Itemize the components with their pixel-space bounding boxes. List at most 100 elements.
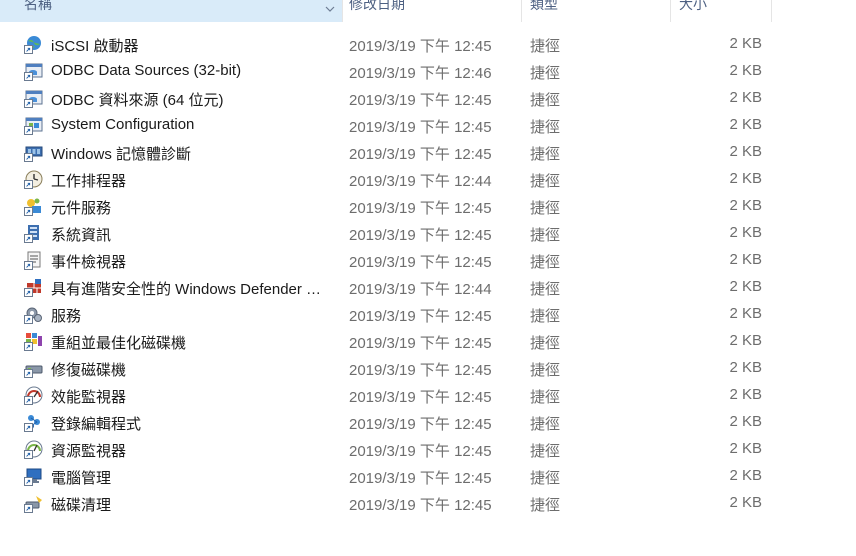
table-row[interactable]: 重組並最佳化磁碟機 2019/3/19 下午 12:45 捷徑 2 KB	[0, 327, 856, 354]
shortcut-arrow-icon	[24, 315, 33, 324]
file-name: 元件服務	[51, 200, 112, 217]
memory-chip-icon	[24, 142, 44, 162]
shortcut-arrow-icon	[24, 261, 33, 270]
file-size: 2 KB	[729, 170, 762, 187]
table-row[interactable]: ODBC 資料來源 (64 位元) 2019/3/19 下午 12:45 捷徑 2 K…	[0, 84, 856, 111]
shortcut-arrow-icon	[24, 288, 33, 297]
firewall-icon	[24, 277, 44, 297]
modified-date: 2019/3/19 下午 12:44	[349, 173, 492, 190]
file-name: 效能監視器	[51, 389, 127, 406]
table-row[interactable]: ODBC Data Sources (32-bit) 2019/3/19 下午 1…	[0, 57, 856, 84]
table-row[interactable]: 修復磁碟機 2019/3/19 下午 12:45 捷徑 2 KB	[0, 354, 856, 381]
modified-date: 2019/3/19 下午 12:45	[349, 38, 492, 55]
resource-monitor-icon	[24, 439, 44, 459]
chevron-down-icon[interactable]	[322, 2, 338, 16]
shortcut-arrow-icon	[24, 423, 33, 432]
system-info-icon	[24, 223, 44, 243]
modified-date: 2019/3/19 下午 12:45	[349, 389, 492, 406]
file-type: 捷徑	[530, 470, 561, 487]
file-type: 捷徑	[530, 65, 561, 82]
file-name: 重組並最佳化磁碟機	[51, 335, 187, 352]
file-name: 系統資訊	[51, 227, 112, 244]
table-row[interactable]: 登錄編輯程式 2019/3/19 下午 12:45 捷徑 2 KB	[0, 408, 856, 435]
file-list: iSCSI 啟動器 2019/3/19 下午 12:45 捷徑 2 KB ODBC Da…	[0, 30, 856, 516]
recovery-drive-icon	[24, 358, 44, 378]
modified-date: 2019/3/19 下午 12:45	[349, 335, 492, 352]
file-type: 捷徑	[530, 227, 561, 244]
file-size: 2 KB	[729, 116, 762, 133]
table-row[interactable]: 電腦管理 2019/3/19 下午 12:45 捷徑 2 KB	[0, 462, 856, 489]
column-header-name[interactable]: 名稱	[0, 0, 342, 22]
column-header-type-label: 類型	[530, 0, 558, 12]
modified-date: 2019/3/19 下午 12:45	[349, 416, 492, 433]
table-row[interactable]: 元件服務 2019/3/19 下午 12:45 捷徑 2 KB	[0, 192, 856, 219]
file-type: 捷徑	[530, 389, 561, 406]
table-row[interactable]: 磁碟清理 2019/3/19 下午 12:45 捷徑 2 KB	[0, 489, 856, 516]
file-size: 2 KB	[729, 251, 762, 268]
odbc-icon	[24, 88, 44, 108]
file-name: 具有進階安全性的 Windows Defender …	[51, 281, 322, 298]
file-name: 修復磁碟機	[51, 362, 127, 379]
file-type: 捷徑	[530, 173, 561, 190]
file-size: 2 KB	[729, 89, 762, 106]
shortcut-arrow-icon	[24, 153, 33, 162]
file-name: Windows 記憶體診斷	[51, 146, 192, 163]
modified-date: 2019/3/19 下午 12:45	[349, 119, 492, 136]
file-name: 磁碟清理	[51, 497, 112, 514]
file-type: 捷徑	[530, 362, 561, 379]
column-header-date[interactable]: 修改日期	[343, 0, 521, 22]
table-row[interactable]: 具有進階安全性的 Windows Defender … 2019/3/19 下午 …	[0, 273, 856, 300]
file-size: 2 KB	[729, 467, 762, 484]
modified-date: 2019/3/19 下午 12:46	[349, 65, 492, 82]
shortcut-arrow-icon	[24, 450, 33, 459]
table-row[interactable]: 效能監視器 2019/3/19 下午 12:45 捷徑 2 KB	[0, 381, 856, 408]
odbc-icon	[24, 61, 44, 81]
table-row[interactable]: 工作排程器 2019/3/19 下午 12:44 捷徑 2 KB	[0, 165, 856, 192]
table-row[interactable]: 服務 2019/3/19 下午 12:45 捷徑 2 KB	[0, 300, 856, 327]
disk-cleanup-icon	[24, 493, 44, 513]
file-size: 2 KB	[729, 35, 762, 52]
file-size: 2 KB	[729, 224, 762, 241]
column-header-type[interactable]: 類型	[522, 0, 670, 22]
table-row[interactable]: 資源監視器 2019/3/19 下午 12:45 捷徑 2 KB	[0, 435, 856, 462]
file-size: 2 KB	[729, 197, 762, 214]
modified-date: 2019/3/19 下午 12:45	[349, 254, 492, 271]
shortcut-arrow-icon	[24, 99, 33, 108]
modified-date: 2019/3/19 下午 12:45	[349, 470, 492, 487]
file-type: 捷徑	[530, 254, 561, 271]
shortcut-arrow-icon	[24, 207, 33, 216]
file-name: 電腦管理	[51, 470, 112, 487]
shortcut-arrow-icon	[24, 477, 33, 486]
table-row[interactable]: 事件檢視器 2019/3/19 下午 12:45 捷徑 2 KB	[0, 246, 856, 273]
table-row[interactable]: System Configuration 2019/3/19 下午 12:45 捷徑…	[0, 111, 856, 138]
file-type: 捷徑	[530, 92, 561, 109]
file-name: 服務	[51, 308, 82, 325]
gears-icon	[24, 304, 44, 324]
table-row[interactable]: iSCSI 啟動器 2019/3/19 下午 12:45 捷徑 2 KB	[0, 30, 856, 57]
column-divider[interactable]	[771, 0, 772, 22]
registry-editor-icon	[24, 412, 44, 432]
table-row[interactable]: 系統資訊 2019/3/19 下午 12:45 捷徑 2 KB	[0, 219, 856, 246]
file-name: ODBC Data Sources (32-bit)	[51, 62, 242, 79]
file-size: 2 KB	[729, 413, 762, 430]
file-type: 捷徑	[530, 416, 561, 433]
shortcut-arrow-icon	[24, 126, 33, 135]
clock-icon	[24, 169, 44, 189]
file-size: 2 KB	[729, 386, 762, 403]
file-name: 事件檢視器	[51, 254, 127, 271]
column-header-size[interactable]: 大小	[671, 0, 771, 22]
column-header-size-label: 大小	[679, 0, 707, 12]
file-name: 登錄編輯程式	[51, 416, 142, 433]
column-header-name-label: 名稱	[24, 0, 52, 12]
table-row[interactable]: Windows 記憶體診斷 2019/3/19 下午 12:45 捷徑 2 KB	[0, 138, 856, 165]
file-type: 捷徑	[530, 200, 561, 217]
file-type: 捷徑	[530, 335, 561, 352]
shortcut-arrow-icon	[24, 504, 33, 513]
file-name: ODBC 資料來源 (64 位元)	[51, 92, 224, 109]
file-type: 捷徑	[530, 281, 561, 298]
modified-date: 2019/3/19 下午 12:45	[349, 443, 492, 460]
performance-gauge-icon	[24, 385, 44, 405]
shortcut-arrow-icon	[24, 234, 33, 243]
file-type: 捷徑	[530, 119, 561, 136]
file-size: 2 KB	[729, 494, 762, 511]
